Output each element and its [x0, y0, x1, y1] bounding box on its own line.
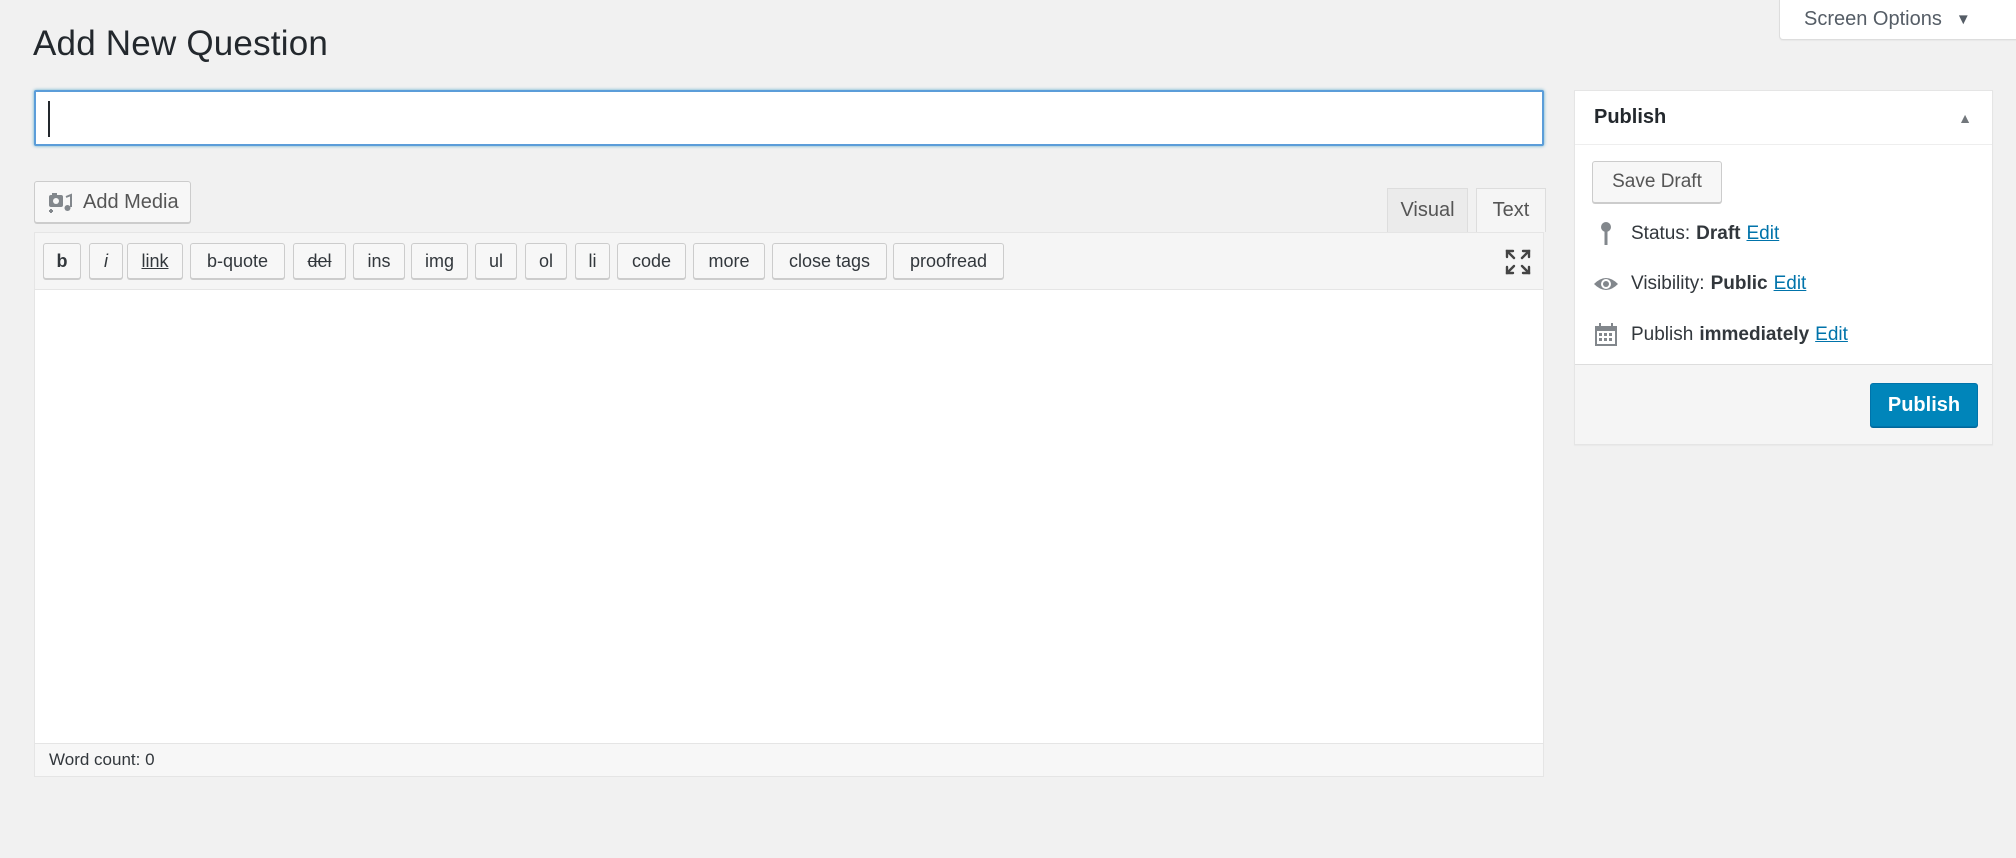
publish-button[interactable]: Publish [1870, 383, 1978, 427]
title-input[interactable] [34, 90, 1544, 146]
quicktag-proofread-button[interactable]: proofread [893, 243, 1004, 279]
status-value: Draft [1696, 223, 1741, 244]
schedule-value: immediately [1699, 324, 1810, 345]
quicktags-toolbar: b i link b-quote del ins img ul ol li co… [35, 233, 1543, 290]
schedule-row: Publish immediately Edit [1591, 320, 1848, 350]
quicktag-ins-button[interactable]: ins [353, 243, 405, 279]
quicktag-close-tags-button[interactable]: close tags [772, 243, 887, 279]
eye-icon [1591, 269, 1621, 299]
quicktag-img-button[interactable]: img [411, 243, 468, 279]
quicktag-del-button[interactable]: del [293, 243, 346, 279]
schedule-label: Publish [1631, 324, 1694, 345]
visibility-value: Public [1710, 273, 1768, 294]
pin-icon [1591, 219, 1621, 249]
screen-options-button[interactable]: Screen Options ▼ [1779, 0, 2016, 40]
page-title: Add New Question [33, 24, 329, 63]
publish-box: Publish ▲ Save Draft Status: Draft Edit … [1574, 90, 1993, 445]
visibility-row: Visibility: Public Edit [1591, 269, 1806, 299]
quicktag-li-button[interactable]: li [575, 243, 610, 279]
publish-actions: Publish [1575, 364, 1992, 444]
publish-box-title: Publish [1594, 106, 1667, 128]
edit-schedule-link[interactable]: Edit [1815, 324, 1848, 346]
word-count-label: Word count: 0 [49, 750, 155, 769]
add-media-button[interactable]: Add Media [34, 181, 191, 223]
add-media-label: Add Media [83, 190, 179, 213]
text-cursor [48, 101, 50, 137]
content-textarea[interactable] [35, 290, 1543, 744]
editor: b i link b-quote del ins img ul ol li co… [34, 232, 1544, 777]
edit-status-link[interactable]: Edit [1747, 223, 1780, 245]
calendar-icon [1591, 320, 1621, 350]
status-label: Status: [1631, 223, 1691, 244]
quicktag-bquote-button[interactable]: b-quote [190, 243, 285, 279]
toggle-arrow-icon[interactable]: ▲ [1958, 110, 1972, 126]
save-draft-button[interactable]: Save Draft [1592, 161, 1722, 203]
edit-visibility-link[interactable]: Edit [1774, 273, 1807, 295]
quicktag-link-button[interactable]: link [127, 243, 183, 279]
screen-options-label: Screen Options [1804, 8, 1942, 30]
caret-down-icon: ▼ [1955, 11, 1971, 28]
add-media-icon [49, 193, 72, 213]
tab-visual[interactable]: Visual [1387, 188, 1468, 232]
quicktag-code-button[interactable]: code [617, 243, 686, 279]
fullscreen-icon[interactable] [1503, 247, 1533, 277]
quicktag-more-button[interactable]: more [693, 243, 765, 279]
tab-text[interactable]: Text [1476, 188, 1546, 232]
quicktag-b-button[interactable]: b [43, 243, 81, 279]
publish-box-header[interactable]: Publish ▲ [1575, 91, 1992, 145]
status-row: Status: Draft Edit [1591, 219, 1779, 249]
quicktag-ol-button[interactable]: ol [525, 243, 567, 279]
quicktag-ul-button[interactable]: ul [475, 243, 517, 279]
visibility-label: Visibility: [1631, 273, 1705, 294]
quicktag-i-button[interactable]: i [89, 243, 123, 279]
word-count: Word count: 0 [35, 743, 1543, 776]
